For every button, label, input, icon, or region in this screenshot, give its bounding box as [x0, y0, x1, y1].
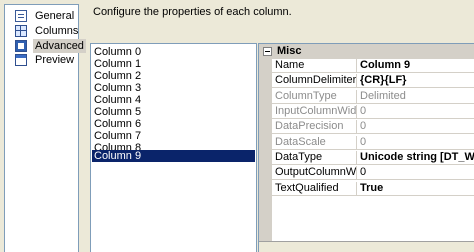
nav-item-label: Preview: [35, 54, 75, 66]
property-value: 0: [360, 120, 367, 132]
property-row-inputcolumnwidth[interactable]: InputColumnWidth 0: [272, 105, 474, 119]
property-row-datatype[interactable]: DataType Unicode string [DT_W: [272, 151, 474, 165]
nav-item-label: General: [35, 10, 75, 22]
nav-item-label: Columns: [35, 25, 79, 37]
divider: [356, 166, 357, 180]
property-row-textqualified[interactable]: TextQualified True: [272, 182, 474, 196]
property-grid: Misc Name Column 9 ColumnDelimiter {CR}{…: [258, 43, 474, 252]
property-row-name[interactable]: Name Column 9: [272, 59, 474, 73]
property-row-dataprecision[interactable]: DataPrecision 0: [272, 120, 474, 134]
list-item[interactable]: Column 2: [92, 70, 255, 82]
property-name: Name: [275, 59, 305, 71]
property-row-datascale[interactable]: DataScale 0: [272, 136, 474, 150]
document-icon: [15, 10, 27, 22]
list-item[interactable]: Column 4: [92, 94, 255, 106]
advanced-icon: [15, 40, 27, 52]
list-item[interactable]: Column 6: [92, 118, 255, 130]
preview-icon: [15, 54, 27, 66]
description-pane: [259, 241, 474, 252]
divider: [356, 136, 357, 150]
property-name: ColumnType: [275, 90, 337, 102]
property-name: TextQualified: [275, 182, 339, 194]
property-value: Delimited: [360, 90, 406, 102]
property-value: 0: [360, 105, 367, 117]
list-item[interactable]: Column 3: [92, 82, 255, 94]
list-item[interactable]: Column 1: [92, 58, 255, 70]
property-grid-gutter: [259, 59, 272, 252]
page-description: Configure the properties of each column.: [93, 6, 292, 18]
property-row-columndelimiter[interactable]: ColumnDelimiter {CR}{LF}: [272, 74, 474, 88]
divider: [356, 90, 357, 104]
divider: [356, 151, 357, 165]
property-value[interactable]: {CR}{LF}: [360, 74, 406, 87]
nav-panel: General Columns Advanced Preview: [4, 4, 86, 252]
property-value[interactable]: True: [360, 182, 383, 195]
divider: [356, 182, 357, 196]
collapse-icon[interactable]: [263, 47, 272, 56]
category-header[interactable]: Misc: [259, 44, 474, 59]
divider: [356, 120, 357, 134]
property-name: OutputColumnWid: [275, 166, 357, 178]
category-label: Misc: [277, 45, 302, 57]
column-list[interactable]: Column 0 Column 1 Column 2 Column 3 Colu…: [90, 43, 257, 252]
divider: [356, 74, 357, 88]
list-item-selected[interactable]: Column 9: [92, 150, 255, 162]
divider: [356, 59, 357, 73]
property-name: DataType: [275, 151, 323, 163]
divider: [356, 105, 357, 119]
property-value[interactable]: Unicode string [DT_W: [360, 151, 474, 164]
property-row-columntype[interactable]: ColumnType Delimited: [272, 90, 474, 104]
list-item[interactable]: Column 7: [92, 130, 255, 142]
property-value[interactable]: 0: [360, 166, 366, 179]
property-name: DataScale: [275, 136, 326, 148]
nav-item-label: Advanced: [33, 39, 86, 53]
list-item[interactable]: Column 5: [92, 106, 255, 118]
property-row-outputcolumnwidth[interactable]: OutputColumnWid 0: [272, 166, 474, 180]
property-value: 0: [360, 136, 367, 148]
property-value[interactable]: Column 9: [360, 59, 410, 72]
grid-icon: [15, 25, 27, 37]
property-name: InputColumnWidth: [275, 105, 357, 117]
list-item[interactable]: Column 0: [92, 46, 255, 58]
property-name: ColumnDelimiter: [275, 74, 357, 86]
property-name: DataPrecision: [275, 120, 344, 132]
